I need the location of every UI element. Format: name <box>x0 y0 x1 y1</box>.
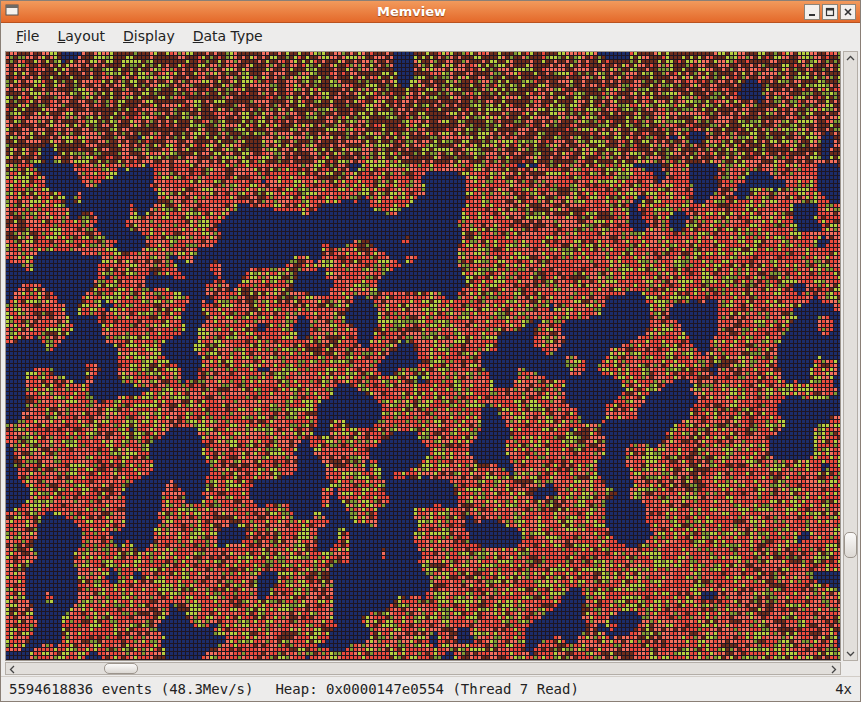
main-area <box>1 49 860 661</box>
menu-item[interactable]: File <box>9 26 46 46</box>
close-icon[interactable] <box>840 4 856 20</box>
scroll-thumb[interactable] <box>844 532 857 558</box>
status-bar: 5594618836 events (48.3Mev/s) Heap: 0x000… <box>1 676 860 701</box>
window-title: Memview <box>25 4 798 19</box>
menu-item[interactable]: Display <box>116 26 182 46</box>
scroll-down-icon[interactable] <box>844 647 857 660</box>
menu-item[interactable]: Data Type <box>186 26 270 46</box>
horizontal-scroll-row <box>1 661 860 676</box>
horizontal-scrollbar[interactable] <box>5 662 841 675</box>
title-bar: Memview <box>1 1 860 23</box>
scroll-thumb[interactable] <box>104 663 138 674</box>
menu-item[interactable]: Layout <box>50 26 112 46</box>
scroll-track <box>19 663 827 674</box>
event-count: 5594618836 events (48.3Mev/s) <box>9 681 253 697</box>
window-controls <box>804 4 856 20</box>
heap-address: Heap: 0x0000147e0554 (Thread 7 Read) <box>275 681 578 697</box>
scroll-up-icon[interactable] <box>844 52 857 65</box>
zoom-level: 4x <box>835 681 852 697</box>
vertical-scrollbar[interactable] <box>843 51 858 661</box>
scroll-track <box>844 65 857 647</box>
menu-bar: FileLayoutDisplayData Type <box>1 23 860 49</box>
maximize-icon[interactable] <box>822 4 838 20</box>
scroll-left-icon[interactable] <box>6 663 19 676</box>
minimize-icon[interactable] <box>804 4 820 20</box>
window-menu-icon[interactable] <box>5 2 19 21</box>
memory-map-panel <box>5 51 841 661</box>
scroll-right-icon[interactable] <box>827 663 840 676</box>
memory-map[interactable] <box>6 52 840 660</box>
